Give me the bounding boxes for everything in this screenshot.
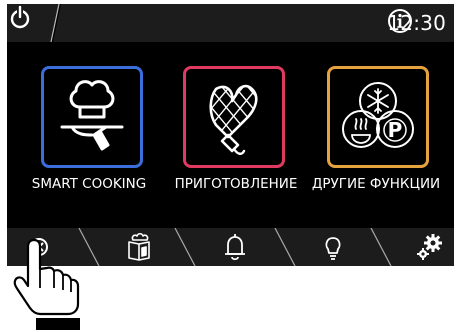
smart-cooking-tile[interactable] bbox=[41, 66, 143, 168]
svg-text:P: P bbox=[388, 118, 403, 142]
settings-icon bbox=[417, 234, 442, 260]
lightbulb-icon bbox=[325, 237, 341, 260]
smart-cooking-label: SMART COOKING bbox=[31, 176, 147, 192]
power-icon[interactable] bbox=[7, 4, 33, 30]
nav-recipe-book[interactable] bbox=[119, 228, 159, 266]
other-functions-label: ДРУГИЕ ФУНКЦИИ bbox=[311, 176, 441, 192]
nav-light[interactable] bbox=[313, 228, 353, 266]
oven-display: 12:30 P SMART COOKING ПРИГОТОВЛЕНИЕ ДРУГ… bbox=[7, 4, 454, 266]
pointing-hand-icon bbox=[13, 238, 80, 330]
chef-hat-cloche-icon bbox=[60, 80, 124, 151]
info-icon[interactable] bbox=[387, 8, 413, 34]
nav-settings[interactable] bbox=[409, 228, 449, 266]
recipe-book-icon bbox=[128, 232, 150, 261]
other-functions-tile[interactable]: P bbox=[327, 66, 429, 168]
cooking-label: ПРИГОТОВЛЕНИЕ bbox=[174, 176, 298, 192]
nav-timer-alarm[interactable] bbox=[215, 228, 255, 266]
status-bar: 12:30 bbox=[7, 4, 454, 42]
cooking-tile[interactable] bbox=[183, 66, 285, 168]
info-clock-group: 12:30 bbox=[387, 8, 446, 38]
defrost-steam-proof-icon: P bbox=[342, 82, 414, 148]
oven-mitt-icon bbox=[209, 84, 258, 155]
bell-icon bbox=[225, 234, 245, 261]
